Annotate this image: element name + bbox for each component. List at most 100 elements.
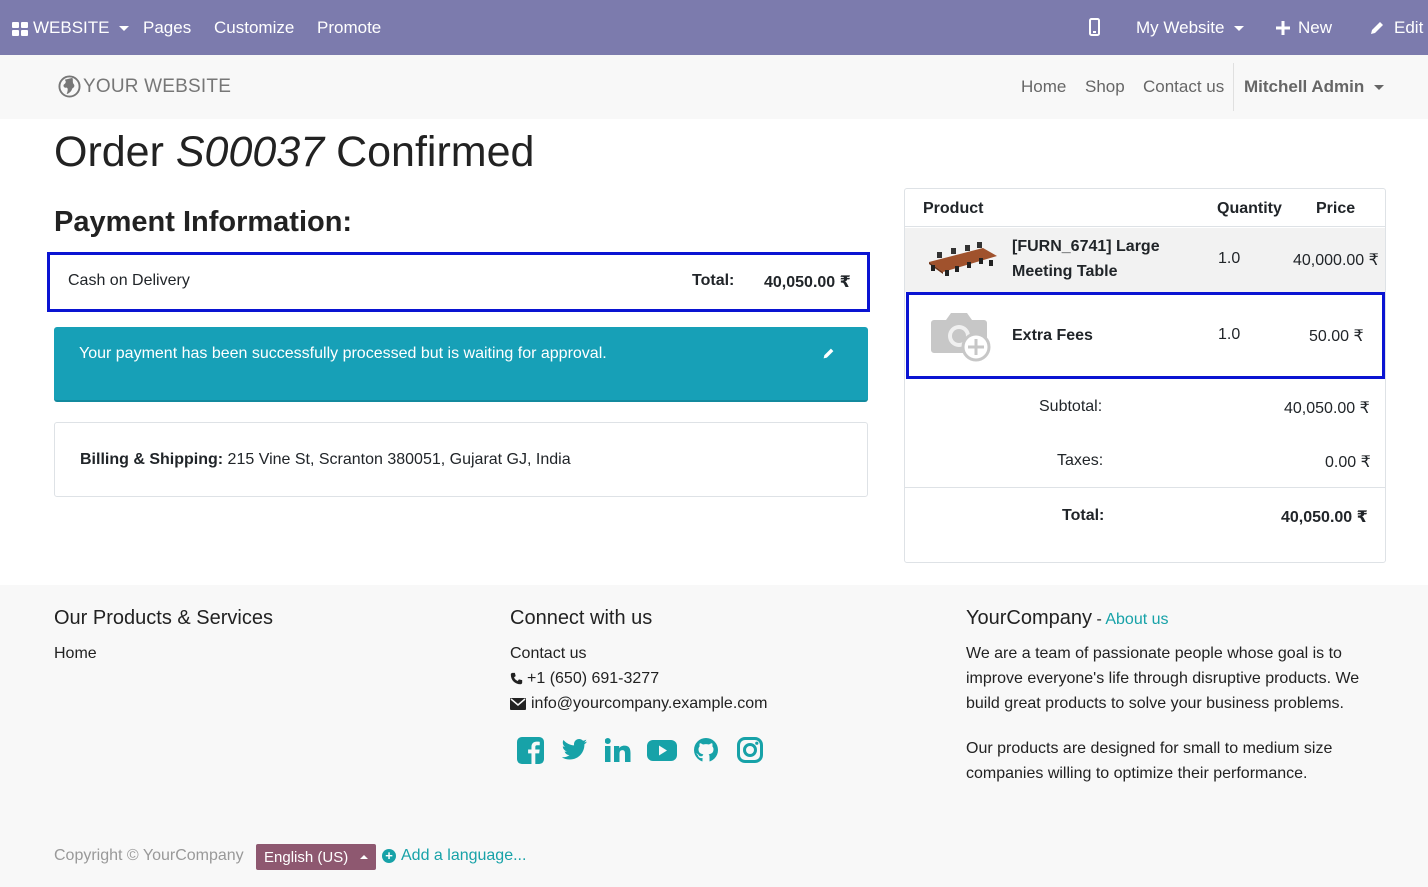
footer-col3-title: YourCompany - About us bbox=[966, 607, 1169, 630]
language-label: English (US) bbox=[264, 848, 349, 866]
chevron-down-icon bbox=[118, 25, 129, 31]
language-selector[interactable]: English (US) bbox=[256, 844, 377, 870]
logo-text: YOUR WEBSITE bbox=[83, 75, 232, 97]
phone-number: +1 (650) 691-3277 bbox=[527, 670, 660, 687]
email-address: info@yourcompany.example.com bbox=[531, 695, 768, 712]
taxes-label: Taxes: bbox=[1057, 452, 1104, 469]
envelope-icon bbox=[510, 697, 526, 710]
col-product: Product bbox=[923, 200, 984, 217]
product-qty: 1.0 bbox=[1218, 250, 1241, 267]
mobile-icon bbox=[1089, 18, 1100, 36]
title-suffix: Confirmed bbox=[336, 128, 535, 176]
title-separator: - bbox=[1092, 611, 1106, 628]
chevron-up-icon bbox=[360, 855, 369, 859]
my-website-label: My Website bbox=[1136, 18, 1225, 37]
site-logo[interactable]: YOUR WEBSITE bbox=[58, 75, 231, 98]
add-language-link[interactable]: + Add a language... bbox=[382, 847, 526, 865]
about-p2-line2: companies willing to optimize their perf… bbox=[966, 765, 1308, 782]
app-label: WEBSITE bbox=[33, 18, 110, 37]
globe-icon bbox=[58, 75, 81, 98]
order-number: S00037 bbox=[175, 128, 325, 176]
chevron-down-icon bbox=[1233, 25, 1244, 31]
cart-line: [FURN_6741] Large Meeting Table 1.0 40,0… bbox=[905, 228, 1385, 292]
subtotal-value: 40,050.00 ₹ bbox=[1284, 400, 1370, 417]
phone-icon bbox=[510, 672, 523, 685]
admin-bar: WEBSITE Pages Customize Promote My Websi… bbox=[0, 0, 1428, 55]
about-p1-line2: improve everyone's life through disrupti… bbox=[966, 670, 1360, 687]
plus-circle-icon: + bbox=[382, 849, 396, 863]
edit-label: Edit bbox=[1394, 18, 1424, 37]
taxes-value: 0.00 ₹ bbox=[1325, 454, 1371, 471]
footer-col2-title: Connect with us bbox=[510, 607, 653, 629]
pencil-icon[interactable] bbox=[822, 347, 835, 365]
facebook-icon[interactable] bbox=[515, 735, 545, 765]
new-button[interactable]: New bbox=[1276, 18, 1332, 38]
my-website-dropdown[interactable]: My Website bbox=[1136, 18, 1244, 38]
nav-home[interactable]: Home bbox=[1021, 77, 1066, 97]
payment-heading: Payment Information: bbox=[54, 206, 353, 238]
mobile-preview-button[interactable] bbox=[1089, 18, 1100, 36]
site-header: YOUR WEBSITE Home Shop Contact us Mitche… bbox=[0, 55, 1428, 119]
footer: Our Products & Services Home Connect wit… bbox=[0, 585, 1428, 887]
menu-customize[interactable]: Customize bbox=[214, 18, 294, 38]
nav-contact-us[interactable]: Contact us bbox=[1143, 77, 1224, 97]
footer-col1-title: Our Products & Services bbox=[54, 607, 273, 629]
billing-text: Billing & Shipping: 215 Vine St, Scranto… bbox=[80, 451, 571, 469]
about-p1-line1: We are a team of passionate people whose… bbox=[966, 645, 1342, 662]
user-menu[interactable]: Mitchell Admin bbox=[1244, 77, 1385, 97]
footer-email: info@yourcompany.example.com bbox=[510, 691, 768, 716]
col-price: Price bbox=[1316, 200, 1356, 217]
menu-pages[interactable]: Pages bbox=[143, 18, 191, 38]
website-app-menu[interactable]: WEBSITE bbox=[12, 18, 129, 38]
footer-home-link[interactable]: Home bbox=[54, 641, 97, 666]
instagram-icon[interactable] bbox=[735, 735, 765, 765]
payment-total-value: 40,050.00 ₹ bbox=[764, 274, 851, 291]
apps-grid-icon bbox=[12, 21, 28, 36]
social-links bbox=[515, 735, 765, 765]
footer-contact-link[interactable]: Contact us bbox=[510, 641, 586, 666]
billing-label: Billing & Shipping: bbox=[80, 451, 224, 468]
about-paragraph-1: We are a team of passionate people whose… bbox=[966, 641, 1359, 716]
payment-summary-box: Cash on Delivery Total: 40,050.00 ₹ bbox=[47, 252, 870, 312]
about-paragraph-2: Our products are designed for small to m… bbox=[966, 736, 1332, 786]
page-title: Order S00037 Confirmed bbox=[54, 128, 534, 177]
about-p1-line3: build great products to solve your busin… bbox=[966, 695, 1344, 712]
title-prefix: Order bbox=[54, 128, 164, 176]
alert-message: Your payment has been successfully proce… bbox=[79, 345, 607, 362]
payment-method: Cash on Delivery bbox=[68, 272, 190, 289]
add-language-label: Add a language... bbox=[401, 847, 527, 864]
product-price: 40,000.00 ₹ bbox=[1293, 252, 1379, 269]
nav-shop[interactable]: Shop bbox=[1085, 77, 1125, 97]
payment-total-label: Total: bbox=[692, 272, 735, 289]
total-value: 40,050.00 ₹ bbox=[1281, 509, 1368, 526]
edit-button[interactable]: Edit bbox=[1369, 18, 1423, 38]
nav-divider bbox=[1233, 63, 1234, 111]
divider bbox=[905, 487, 1385, 488]
about-us-link[interactable]: About us bbox=[1105, 611, 1168, 628]
plus-icon bbox=[1276, 21, 1290, 35]
product-thumbnail bbox=[923, 238, 1001, 282]
cart-summary: Product Quantity Price [FURN_6741] Large… bbox=[904, 188, 1386, 563]
highlight-frame bbox=[906, 292, 1385, 379]
pencil-icon bbox=[1371, 22, 1383, 34]
about-p2-line1: Our products are designed for small to m… bbox=[966, 740, 1333, 757]
chevron-down-icon bbox=[1374, 84, 1385, 90]
youtube-icon[interactable] bbox=[647, 735, 677, 765]
github-icon[interactable] bbox=[691, 735, 721, 765]
product-name-line2: Meeting Table bbox=[1012, 263, 1118, 280]
billing-address: 215 Vine St, Scranton 380051, Gujarat GJ… bbox=[227, 451, 571, 468]
footer-phone: +1 (650) 691-3277 bbox=[510, 666, 659, 691]
menu-promote[interactable]: Promote bbox=[317, 18, 381, 38]
product-name-line1: [FURN_6741] Large bbox=[1012, 238, 1160, 255]
linkedin-icon[interactable] bbox=[603, 735, 633, 765]
total-label: Total: bbox=[1062, 507, 1105, 524]
cart-header: Product Quantity Price bbox=[905, 189, 1385, 227]
new-label: New bbox=[1298, 18, 1333, 37]
copyright: Copyright © YourCompany bbox=[54, 847, 244, 864]
twitter-icon[interactable] bbox=[559, 735, 589, 765]
billing-shipping-box: Billing & Shipping: 215 Vine St, Scranto… bbox=[54, 422, 868, 497]
col-quantity: Quantity bbox=[1217, 200, 1282, 217]
user-name: Mitchell Admin bbox=[1244, 77, 1365, 96]
payment-status-alert: Your payment has been successfully proce… bbox=[54, 327, 868, 402]
product-name[interactable]: [FURN_6741] Large Meeting Table bbox=[1012, 234, 1160, 284]
